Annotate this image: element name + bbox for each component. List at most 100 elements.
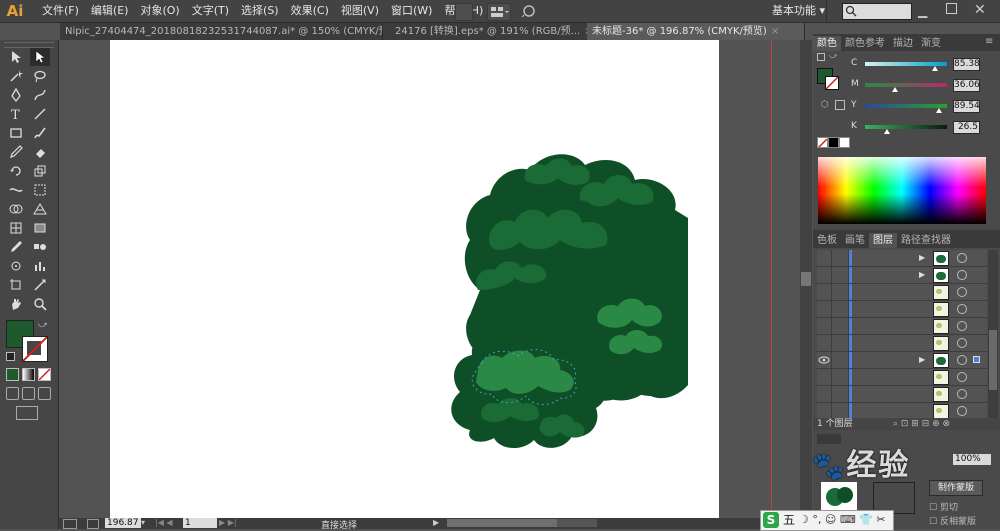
blend-tool-button[interactable] — [30, 238, 50, 256]
slider-handle[interactable] — [935, 108, 942, 113]
screen-mode-button[interactable] — [16, 406, 38, 420]
maximize-button[interactable] — [946, 3, 957, 14]
menu-item[interactable]: 文字(T) — [186, 0, 235, 22]
cmyk-slider-k[interactable]: K 26.5 — [851, 121, 999, 135]
sogou-icon[interactable]: S — [763, 512, 779, 528]
target-circle-icon[interactable] — [957, 338, 967, 348]
invert-mask-checkbox[interactable]: ☐ 反相蒙版 — [929, 514, 976, 527]
swap-icon[interactable]: ⤻ — [829, 51, 838, 61]
panel-menu-icon[interactable]: ≡ — [985, 36, 993, 47]
minimize-button[interactable]: ▁ — [918, 4, 927, 18]
target-circle-icon[interactable] — [957, 406, 967, 416]
cmyk-slider-y[interactable]: Y 89.54 — [851, 100, 999, 114]
lock-toggle[interactable] — [832, 267, 849, 283]
tab-gradient[interactable]: 渐变 — [917, 36, 945, 51]
pen-tool-button[interactable] — [6, 86, 26, 104]
lock-toggle[interactable] — [832, 386, 849, 402]
horizontal-scrollbar[interactable] — [447, 519, 597, 527]
target-circle-icon[interactable] — [957, 304, 967, 314]
layers-scrollbar[interactable] — [988, 250, 998, 418]
menu-item[interactable]: 文件(F) — [36, 0, 85, 22]
cmyk-slider-m[interactable]: M 36.06 — [851, 79, 999, 93]
visibility-toggle[interactable] — [817, 250, 832, 266]
perspective-grid-tool-button[interactable] — [30, 200, 50, 218]
line-tool-button[interactable] — [30, 105, 50, 123]
visibility-toggle[interactable] — [817, 267, 832, 283]
color-spectrum[interactable] — [818, 157, 986, 224]
visibility-toggle[interactable] — [817, 386, 832, 402]
tab-brushes[interactable]: 画笔 — [841, 233, 869, 248]
lock-toggle[interactable] — [832, 301, 849, 317]
selection-tool-button[interactable] — [6, 48, 26, 66]
layer-actions[interactable]: ⌕ ⊡ ⊞ ⊟ ⊕ ⊗ — [893, 419, 950, 429]
layer-row[interactable] — [817, 335, 987, 352]
cmyk-slider-c[interactable]: C 85.38 — [851, 58, 999, 72]
slice-tool-button[interactable] — [30, 276, 50, 294]
rotate-tool-button[interactable] — [6, 162, 26, 180]
target-circle-icon[interactable] — [957, 253, 967, 263]
tab-pathfinder[interactable]: 路径查找器 — [897, 233, 955, 248]
black-swatch[interactable] — [828, 137, 839, 148]
help-search-input[interactable] — [842, 3, 912, 20]
expand-arrow-icon[interactable]: ▶ — [919, 270, 925, 279]
slider-track[interactable] — [865, 125, 947, 129]
eyedropper-tool-button[interactable] — [6, 238, 26, 256]
eraser-tool-button[interactable] — [30, 143, 50, 161]
slider-value-field[interactable]: 85.38 — [953, 58, 980, 71]
draw-behind-button[interactable] — [22, 387, 35, 400]
curvature-tool-button[interactable] — [30, 86, 50, 104]
expand-arrow-icon[interactable]: ▶ — [919, 355, 925, 364]
pencil-tool-button[interactable] — [6, 143, 26, 161]
layer-row[interactable]: ▶ — [817, 250, 987, 267]
slider-handle[interactable] — [891, 87, 898, 92]
scroll-thumb[interactable] — [989, 330, 997, 390]
menu-item[interactable]: 视图(V) — [335, 0, 385, 22]
artboard-nav-icon[interactable] — [63, 519, 77, 529]
lock-toggle[interactable] — [832, 250, 849, 266]
lasso-tool-button[interactable] — [30, 67, 50, 85]
zoom-tool-button[interactable] — [30, 295, 50, 313]
visibility-toggle[interactable] — [817, 301, 832, 317]
ime-icons[interactable]: ☽ °, ☺ ⌨ 👕 ✂ — [799, 512, 886, 528]
layer-row[interactable] — [817, 284, 987, 301]
lock-toggle[interactable] — [832, 403, 849, 419]
tab-color[interactable]: 颜色 — [813, 36, 841, 51]
zoom-field[interactable]: 196.87 — [105, 518, 141, 528]
zoom-dropdown[interactable]: ▾ — [141, 518, 145, 527]
slider-handle[interactable] — [931, 66, 938, 71]
visibility-toggle[interactable] — [817, 284, 832, 300]
paintbrush-tool-button[interactable] — [30, 124, 50, 142]
draw-inside-button[interactable] — [38, 387, 51, 400]
default-colors-icon[interactable] — [6, 352, 15, 361]
lock-toggle[interactable] — [832, 352, 849, 368]
status-menu-arrow[interactable]: ▶ — [433, 518, 439, 527]
mesh-tool-button[interactable] — [6, 219, 26, 237]
scroll-thumb[interactable] — [447, 519, 557, 527]
bush-illustration[interactable] — [110, 40, 719, 518]
workspace-switcher[interactable]: 基本功能 ▾ — [772, 0, 825, 22]
slider-value-field[interactable]: 89.54 — [953, 100, 980, 113]
layer-row[interactable]: ▶ — [817, 352, 987, 369]
visibility-toggle[interactable] — [817, 335, 832, 351]
visibility-toggle[interactable] — [817, 369, 832, 385]
scroll-thumb[interactable] — [801, 272, 811, 286]
visibility-toggle[interactable] — [817, 403, 832, 419]
clip-checkbox[interactable]: ☐ 剪切 — [929, 500, 958, 513]
free-transform-tool-button[interactable] — [30, 181, 50, 199]
menu-item[interactable]: 效果(C) — [285, 0, 335, 22]
width-tool-button[interactable] — [6, 181, 26, 199]
menu-item[interactable]: 编辑(E) — [85, 0, 135, 22]
magic-wand-tool-button[interactable] — [6, 67, 26, 85]
target-circle-icon[interactable] — [957, 287, 967, 297]
draw-normal-button[interactable] — [6, 387, 19, 400]
layer-row[interactable]: ▶ — [817, 267, 987, 284]
slider-handle[interactable] — [884, 129, 891, 134]
layer-row[interactable] — [817, 318, 987, 335]
target-circle-icon[interactable] — [957, 389, 967, 399]
layer-row[interactable] — [817, 386, 987, 403]
arrange-documents-button[interactable] — [487, 3, 511, 21]
tab-color-guide[interactable]: 颜色参考 — [841, 36, 889, 51]
lock-toggle[interactable] — [832, 335, 849, 351]
stroke-swatch[interactable] — [22, 336, 48, 362]
close-tab-icon[interactable]: × — [771, 26, 779, 37]
